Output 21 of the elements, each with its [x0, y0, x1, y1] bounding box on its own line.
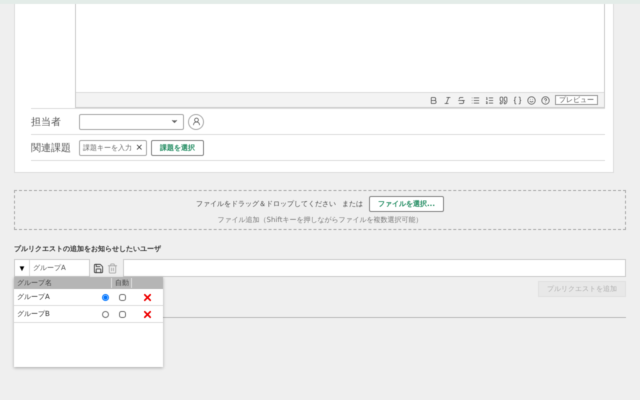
default-radio[interactable] [102, 294, 109, 300]
user-input[interactable] [123, 259, 626, 277]
help-icon[interactable] [541, 96, 550, 104]
italic-icon[interactable] [443, 96, 452, 104]
strike-icon[interactable] [457, 96, 466, 104]
user-icon[interactable] [188, 114, 204, 130]
quote-icon[interactable] [499, 96, 508, 104]
emoji-icon[interactable] [527, 96, 536, 104]
auto-checkbox[interactable] [118, 310, 126, 318]
delete-icon[interactable] [142, 292, 153, 302]
field-label: 担当者 [31, 116, 62, 128]
save-icon[interactable] [93, 262, 104, 274]
delete-icon[interactable] [142, 308, 153, 320]
list-icon[interactable] [471, 96, 480, 104]
default-radio[interactable] [102, 310, 109, 318]
bold-icon[interactable] [429, 96, 438, 104]
ordered-icon[interactable] [485, 96, 494, 104]
field-label: 関連課題 [31, 142, 72, 154]
auto-checkbox[interactable] [118, 294, 126, 300]
code-icon[interactable] [513, 96, 522, 104]
caret-icon [170, 117, 179, 126]
